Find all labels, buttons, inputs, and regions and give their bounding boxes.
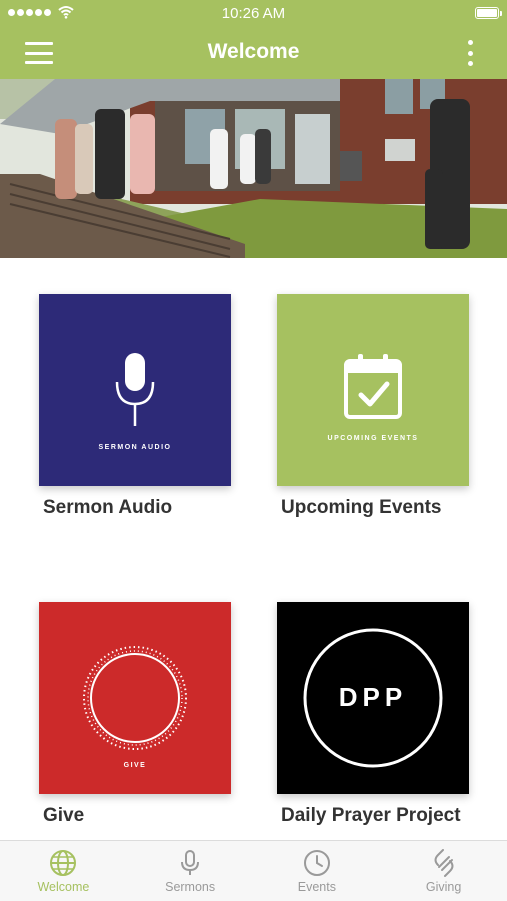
tab-events-label: Events [297, 880, 336, 894]
nav-bar: Welcome [0, 27, 507, 79]
dpp-logo-text: DPP [338, 682, 408, 712]
clock-icon [303, 850, 330, 876]
tab-giving-label: Giving [425, 880, 462, 894]
upcoming-events-label[interactable]: Upcoming Events [281, 496, 441, 520]
tab-welcome-label: Welcome [37, 880, 90, 894]
hero-image [0, 79, 507, 258]
giving-icon [434, 849, 454, 877]
give-tile[interactable]: GIVE [39, 602, 231, 794]
page-title: Welcome [207, 40, 300, 63]
tab-giving[interactable]: Giving [380, 841, 507, 901]
globe-icon [50, 850, 77, 876]
daily-prayer-project-label[interactable]: Daily Prayer Project [281, 804, 481, 840]
upcoming-events-tile[interactable]: UPCOMING EVENTS [277, 294, 469, 486]
give-caption: GIVE [123, 762, 147, 769]
status-bar: 10:26 AM [0, 0, 507, 27]
tab-welcome[interactable]: Welcome [0, 841, 127, 901]
calendar-check-icon [344, 354, 402, 419]
battery-icon [475, 7, 502, 19]
sermon-audio-label[interactable]: Sermon Audio [43, 496, 172, 520]
microphone-icon [181, 850, 200, 875]
tab-bar: Welcome Sermons Events Giving [0, 840, 507, 901]
more-options-icon[interactable] [468, 40, 474, 66]
sermon-audio-caption: SERMON AUDIO [98, 444, 172, 451]
circle-ring-icon [83, 646, 187, 750]
daily-prayer-project-tile[interactable]: DPP [277, 602, 469, 794]
tab-sermons[interactable]: Sermons [127, 841, 254, 901]
sermon-audio-tile[interactable]: SERMON AUDIO [39, 294, 231, 486]
upcoming-events-caption: UPCOMING EVENTS [327, 435, 419, 442]
tab-sermons-label: Sermons [165, 880, 216, 894]
give-label[interactable]: Give [43, 804, 84, 828]
microphone-icon [115, 353, 155, 426]
status-time: 10:26 AM [221, 5, 286, 22]
tab-events[interactable]: Events [254, 841, 381, 901]
